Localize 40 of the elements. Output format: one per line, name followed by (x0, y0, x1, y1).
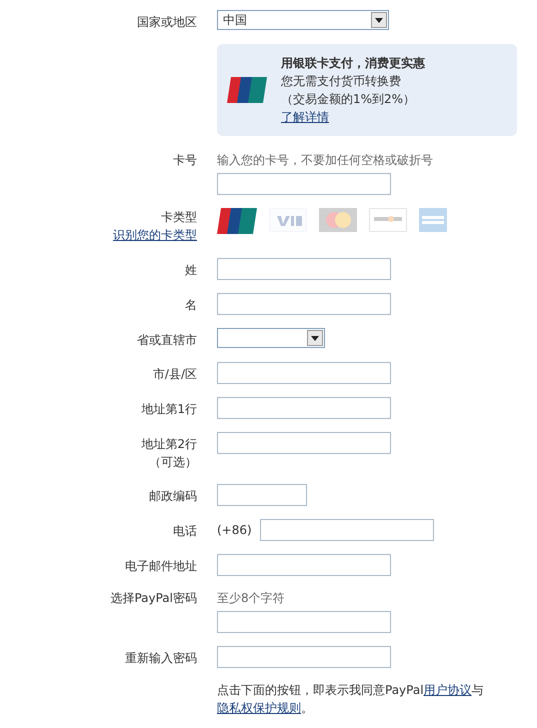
phone-input-field[interactable] (260, 519, 434, 541)
field-label: 重新输入密码 (125, 651, 197, 665)
optional-note: （可选） (149, 455, 197, 469)
field-label: 卡类型 (161, 210, 197, 224)
field-label: 选择PayPal密码 (110, 591, 197, 605)
field-label: 市/县/区 (152, 367, 197, 381)
field-label: 名 (185, 298, 197, 312)
text-input-field[interactable] (217, 554, 391, 576)
field-label: 电话 (173, 524, 197, 538)
unionpay-card-icon (227, 77, 267, 103)
text-input-field[interactable] (217, 362, 391, 384)
phone-prefix: (+86) (217, 522, 252, 539)
details-link[interactable]: 了解详情 (281, 110, 329, 124)
country-dropdown[interactable]: 中国 (217, 10, 389, 30)
text-input-field[interactable] (217, 173, 391, 195)
promo-text: 您无需支付货币转换费 (281, 73, 402, 90)
field-label: 电子邮件地址 (125, 559, 197, 573)
field-label: 姓 (185, 263, 197, 277)
field-label: 地址第2行 (141, 437, 197, 451)
field-label: 邮政编码 (149, 489, 197, 503)
text-input-field[interactable] (217, 258, 391, 280)
field-label: 卡号 (173, 153, 197, 167)
field-hint: 至少8个字符 (217, 590, 286, 607)
policy-link[interactable]: 隐私权保护规则 (217, 701, 301, 715)
field-hint: 输入您的卡号，不要加任何空格或破折号 (217, 152, 433, 169)
terms-text: 点击下面的按钮，即表示我同意PayPal用户协议与 隐私权保护规则。 (217, 682, 485, 717)
text-input-field[interactable] (217, 432, 391, 454)
text-input-field[interactable] (217, 293, 391, 315)
text-input-field[interactable] (217, 611, 391, 633)
promo-title: 用银联卡支付，消费更实惠 (281, 55, 425, 72)
promo-text: （交易金额的1%到2%） (281, 91, 416, 108)
policy-link[interactable]: 用户协议 (424, 683, 472, 697)
field-label: 国家或地区 (136, 14, 197, 31)
text-input-field[interactable] (217, 646, 391, 668)
text-input-field[interactable] (217, 397, 391, 419)
text-input-field[interactable] (217, 484, 307, 506)
field-label: 省或直辖市 (137, 333, 197, 347)
field-label: 地址第1行 (141, 402, 197, 416)
identify-card-link[interactable]: 识别您的卡类型 (113, 228, 197, 242)
province-dropdown[interactable] (217, 328, 325, 348)
